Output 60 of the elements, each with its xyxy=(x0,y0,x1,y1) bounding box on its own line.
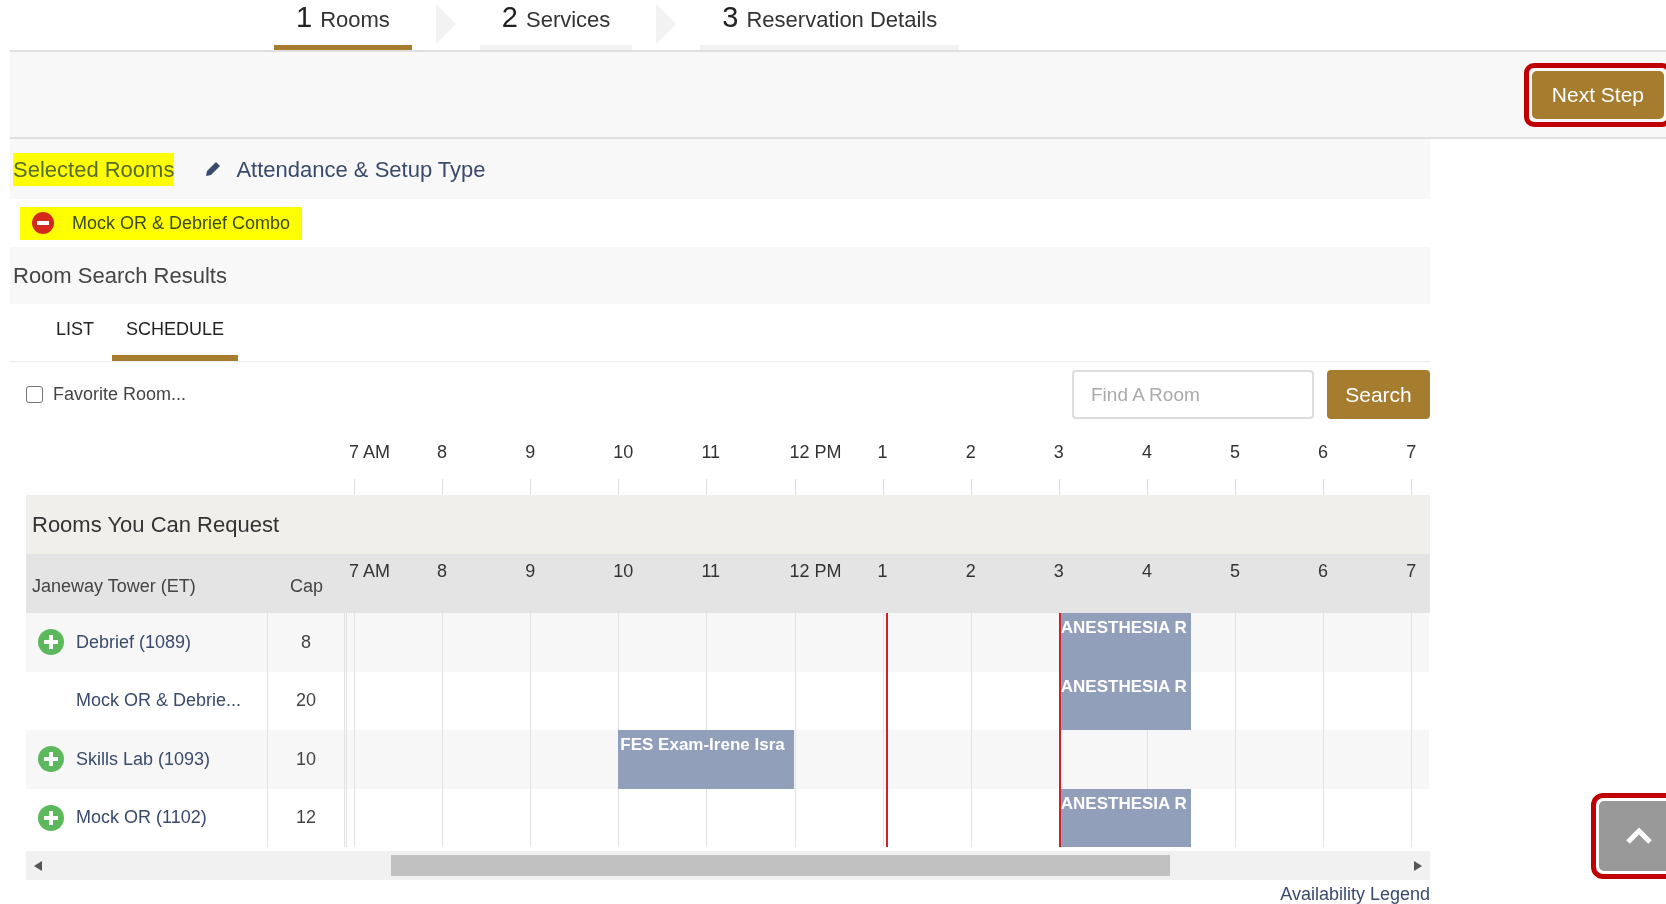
remove-icon[interactable] xyxy=(32,212,54,234)
room-name: Mock OR & Debrief Combo xyxy=(72,211,291,235)
pencil-icon xyxy=(204,160,223,178)
capacity-cell-text: 12 xyxy=(296,806,316,830)
time-label: 5 xyxy=(1230,441,1240,464)
room-link[interactable]: Mock OR & Debrie... xyxy=(76,687,242,715)
right-arrow-icon[interactable] xyxy=(1414,860,1422,871)
column-heading: Janeway Tower (ET) xyxy=(32,575,196,598)
room-link[interactable]: Debrief (1089) xyxy=(76,628,192,656)
view-tab[interactable]: LIST xyxy=(42,316,108,361)
time-label: 12 PM xyxy=(789,560,842,583)
time-label: 7 AM xyxy=(349,560,391,583)
time-label: 9 xyxy=(525,560,536,583)
time-label: 4 xyxy=(1141,560,1152,583)
time-label: 6 xyxy=(1318,560,1329,583)
add-icon[interactable] xyxy=(38,629,64,656)
time-label: 3 xyxy=(1053,441,1064,464)
left-arrow-icon[interactable] xyxy=(34,860,42,871)
room-link[interactable]: Mock OR (1102) xyxy=(76,804,207,832)
time-label: 8 xyxy=(437,441,448,464)
group-title: Rooms You Can Request xyxy=(32,511,280,539)
scrollbar[interactable] xyxy=(26,851,1430,880)
legend-link[interactable]: Availability Legend xyxy=(1280,881,1430,904)
time-label: 5 xyxy=(1230,560,1240,583)
edit-link[interactable]: Attendance & Setup Type xyxy=(204,152,486,186)
chevron-up-icon xyxy=(1625,827,1653,845)
time-label: 11 xyxy=(701,441,721,464)
time-label: 8 xyxy=(437,560,448,583)
scroll-thumb[interactable] xyxy=(391,855,1170,876)
time-label: 7 xyxy=(1406,560,1417,583)
time-label: 2 xyxy=(965,560,976,583)
view-tab[interactable]: SCHEDULE xyxy=(112,316,239,361)
capacity-cell-text: 8 xyxy=(301,630,311,654)
room-link[interactable]: Skills Lab (1093) xyxy=(76,745,211,773)
checkbox-label: Favorite Room... xyxy=(53,383,187,406)
search-field[interactable]: Find A Room xyxy=(1072,370,1314,419)
time-label: 6 xyxy=(1318,441,1329,464)
section-title: Selected Rooms xyxy=(13,152,175,186)
time-label: 7 AM xyxy=(349,441,391,464)
add-icon[interactable] xyxy=(38,804,64,831)
time-label: 1 xyxy=(877,560,888,583)
time-label: 1 xyxy=(877,441,888,464)
time-label: 7 xyxy=(1406,441,1417,464)
time-label: 10 xyxy=(613,441,634,464)
time-label: 10 xyxy=(613,560,634,583)
column-heading: Cap xyxy=(290,575,323,598)
time-label: 4 xyxy=(1141,441,1152,464)
add-icon[interactable] xyxy=(38,746,64,773)
search-button[interactable]: Search xyxy=(1327,370,1430,419)
scroll-top-button[interactable] xyxy=(1599,801,1666,871)
capacity-cell-text: 10 xyxy=(296,747,316,771)
time-label: 3 xyxy=(1053,560,1064,583)
next-step-button[interactable]: Next Step xyxy=(1531,70,1664,119)
time-label: 9 xyxy=(525,441,536,464)
capacity-cell-text: 20 xyxy=(296,689,316,713)
time-label: 12 PM xyxy=(789,441,842,464)
checkbox[interactable] xyxy=(26,386,43,403)
time-label: 2 xyxy=(965,441,976,464)
section-title: Room Search Results xyxy=(13,262,227,290)
time-label: 11 xyxy=(701,560,721,583)
